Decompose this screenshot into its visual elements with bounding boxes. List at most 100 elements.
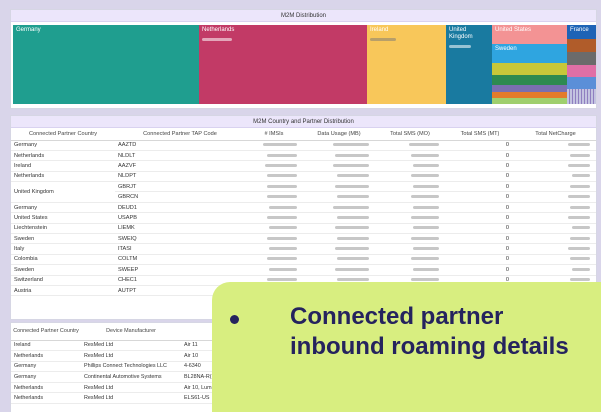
treemap-cell-united-states[interactable]: United States xyxy=(492,25,567,44)
redacted-cell xyxy=(515,140,596,151)
sms-mt-cell: 0 xyxy=(445,140,515,151)
table-row[interactable]: Netherlands NLDPT 0 xyxy=(11,171,596,183)
country-cell: Ireland xyxy=(11,340,81,352)
column-header[interactable]: Data Usage (MB) xyxy=(303,128,375,141)
table-row[interactable]: Sweden SWEEP 0 xyxy=(11,264,596,276)
country-cell: Liechtenstein xyxy=(11,223,115,235)
treemap-label-germany: Germany xyxy=(16,27,41,33)
table-row[interactable]: Colombia COLTM 0 xyxy=(11,254,596,266)
column-header[interactable]: Connected Partner Country xyxy=(11,128,115,141)
table-row[interactable]: Germany DEUD1 0 xyxy=(11,202,596,214)
redacted-cell xyxy=(303,223,375,235)
country-cell: Ireland xyxy=(11,160,115,172)
treemap-cell-small-1[interactable] xyxy=(492,63,567,75)
redacted-cell xyxy=(375,140,445,151)
country-cell: Germany xyxy=(11,371,81,383)
sms-mt-cell: 0 xyxy=(445,212,515,224)
redacted-cell xyxy=(245,150,303,162)
column-header[interactable]: # IMSIs xyxy=(245,128,303,141)
redacted-cell xyxy=(245,212,303,224)
table-row[interactable]: Italy ITASI 0 xyxy=(11,243,596,255)
tap-code-cell: DEUD1 xyxy=(115,202,245,214)
redacted-cell xyxy=(515,223,596,235)
redacted-cell xyxy=(375,254,445,266)
table-row[interactable]: Sweden SWEIQ 0 xyxy=(11,233,596,245)
treemap-cell-small-8[interactable] xyxy=(567,65,596,77)
treemap-cell-sweden[interactable]: Sweden xyxy=(492,44,567,63)
treemap-cell-small-3[interactable] xyxy=(492,85,567,92)
sms-mt-cell: 0 xyxy=(445,243,515,255)
table-row[interactable]: Ireland AAZVF 0 xyxy=(11,160,596,172)
redacted-value xyxy=(202,38,232,41)
country-cell: Netherlands xyxy=(11,350,81,362)
redacted-cell xyxy=(515,264,596,276)
column-header[interactable]: Device Manufacturer xyxy=(81,323,181,341)
redacted-cell xyxy=(515,150,596,162)
tap-code-cell: GBRJT xyxy=(115,181,245,193)
treemap-cell-ireland[interactable]: Ireland xyxy=(367,25,446,104)
table-row[interactable]: Liechtenstein LIEMK 0 xyxy=(11,223,596,235)
column-header[interactable]: Total SMS (MT) xyxy=(445,128,515,141)
redacted-cell xyxy=(245,171,303,183)
treemap-label-sweden: Sweden xyxy=(495,46,517,52)
country-cell: Germany xyxy=(11,202,115,214)
treemap-cell-france[interactable]: France xyxy=(567,25,596,39)
treemap-cell-united-kingdom[interactable]: United Kingdom xyxy=(446,25,492,104)
treemap-cell-small-9[interactable] xyxy=(567,77,596,89)
column-header[interactable]: Connected Partner Country xyxy=(11,323,81,341)
treemap-label-united-states: United States xyxy=(495,27,532,33)
redacted-cell xyxy=(245,243,303,255)
redacted-cell xyxy=(245,264,303,276)
treemap-cell-small-6[interactable] xyxy=(567,39,596,52)
redacted-cell xyxy=(515,254,596,266)
manufacturer-cell: Continental Automotive Systems xyxy=(81,371,181,383)
country-cell: United Kingdom xyxy=(11,181,115,203)
redacted-cell xyxy=(515,212,596,224)
redacted-cell xyxy=(303,160,375,172)
manufacturer-cell: ResMed Ltd xyxy=(81,350,181,362)
country-cell: Netherlands xyxy=(11,392,81,405)
redacted-cell xyxy=(303,233,375,245)
treemap-label-netherlands: Netherlands xyxy=(202,27,235,33)
column-header[interactable]: Total SMS (MO) xyxy=(375,128,445,141)
table-row[interactable]: Germany AAZTD 0 xyxy=(11,140,596,151)
country-cell: Netherlands xyxy=(11,150,115,162)
country-cell: Austria xyxy=(11,285,115,297)
country-table-title: M2M Country and Partner Distribution xyxy=(11,116,596,128)
treemap-title: M2M Distribution xyxy=(11,10,596,22)
country-cell: United States xyxy=(11,212,115,224)
redacted-cell xyxy=(245,140,303,151)
treemap-label-france: France xyxy=(570,27,589,33)
treemap-cell-small-10[interactable] xyxy=(567,89,596,104)
tap-code-cell: LIEMK xyxy=(115,223,245,235)
manufacturer-cell: Phillips Connect Technologies LLC xyxy=(81,361,181,373)
column-header[interactable]: Total NetCharge xyxy=(515,128,596,141)
redacted-cell xyxy=(245,233,303,245)
table-row[interactable]: United Kingdom GBRJT 0 xyxy=(11,181,596,203)
sms-mt-cell: 0 xyxy=(445,254,515,266)
treemap-cell-small-2[interactable] xyxy=(492,75,567,85)
table-row[interactable]: Netherlands NLDLT 0 xyxy=(11,150,596,162)
redacted-cell xyxy=(303,254,375,266)
tap-code-cell: SWEEP xyxy=(115,264,245,276)
redacted-cell xyxy=(245,191,303,203)
treemap-label-united-kingdom: United Kingdom xyxy=(449,27,473,40)
country-cell: Germany xyxy=(11,361,81,373)
redacted-cell xyxy=(375,171,445,183)
country-cell: Sweden xyxy=(11,264,115,276)
treemap-cell-small-7[interactable] xyxy=(567,52,596,65)
tap-code-cell: AAZVF xyxy=(115,160,245,172)
m2m-distribution-panel: M2M Distribution Germany Netherlands Ire… xyxy=(10,9,597,109)
table-row[interactable]: United States USAPB 0 xyxy=(11,212,596,224)
treemap-cell-small-5[interactable] xyxy=(492,98,567,104)
redacted-cell xyxy=(303,150,375,162)
treemap-cell-germany[interactable]: Germany xyxy=(13,25,199,104)
treemap-cell-netherlands[interactable]: Netherlands xyxy=(199,25,367,104)
redacted-cell xyxy=(303,191,375,203)
redacted-cell xyxy=(303,212,375,224)
redacted-cell xyxy=(303,171,375,183)
column-header[interactable]: Connected Partner TAP Code xyxy=(115,128,245,141)
tap-code-cell: SWEIQ xyxy=(115,233,245,245)
country-cell: Germany xyxy=(11,140,115,151)
tap-code-cell: USAPB xyxy=(115,212,245,224)
